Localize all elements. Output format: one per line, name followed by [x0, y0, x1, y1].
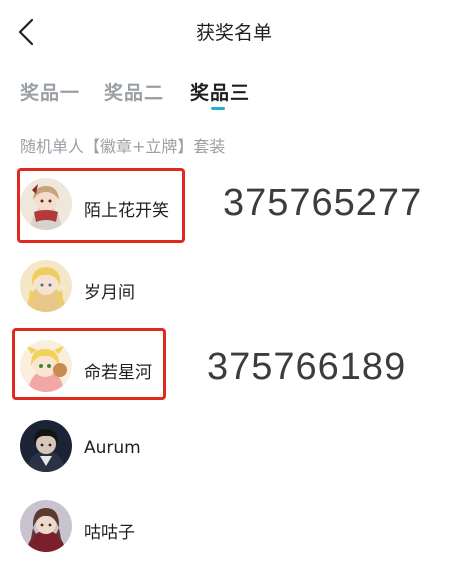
avatar	[20, 500, 72, 552]
tab-prize-3[interactable]: 奖品三	[190, 78, 250, 105]
avatar	[20, 260, 72, 312]
highlight-box	[17, 168, 185, 243]
highlight-box	[12, 328, 166, 400]
page-title: 获奖名单	[195, 22, 272, 44]
prize-description: 随机单人【徽章+立牌】套装	[20, 137, 226, 156]
tab-prize-2[interactable]: 奖品二	[104, 78, 164, 105]
tab-prize-1[interactable]: 奖品一	[20, 78, 80, 105]
annotation-number: 375766189	[207, 346, 407, 388]
list-item: Aurum	[0, 404, 468, 484]
list-item: 咕咕子	[0, 484, 468, 564]
annotation-number: 375765277	[223, 182, 423, 224]
winner-name: Aurum	[84, 438, 141, 458]
list-item: 岁月间	[0, 244, 468, 324]
avatar	[20, 420, 72, 472]
winner-name: 咕咕子	[84, 523, 135, 543]
prize-tabs: 奖品一 奖品二 奖品三	[0, 74, 468, 118]
active-tab-indicator	[211, 107, 225, 110]
nav-bar: 获奖名单	[0, 0, 468, 64]
winner-name: 岁月间	[84, 283, 135, 303]
